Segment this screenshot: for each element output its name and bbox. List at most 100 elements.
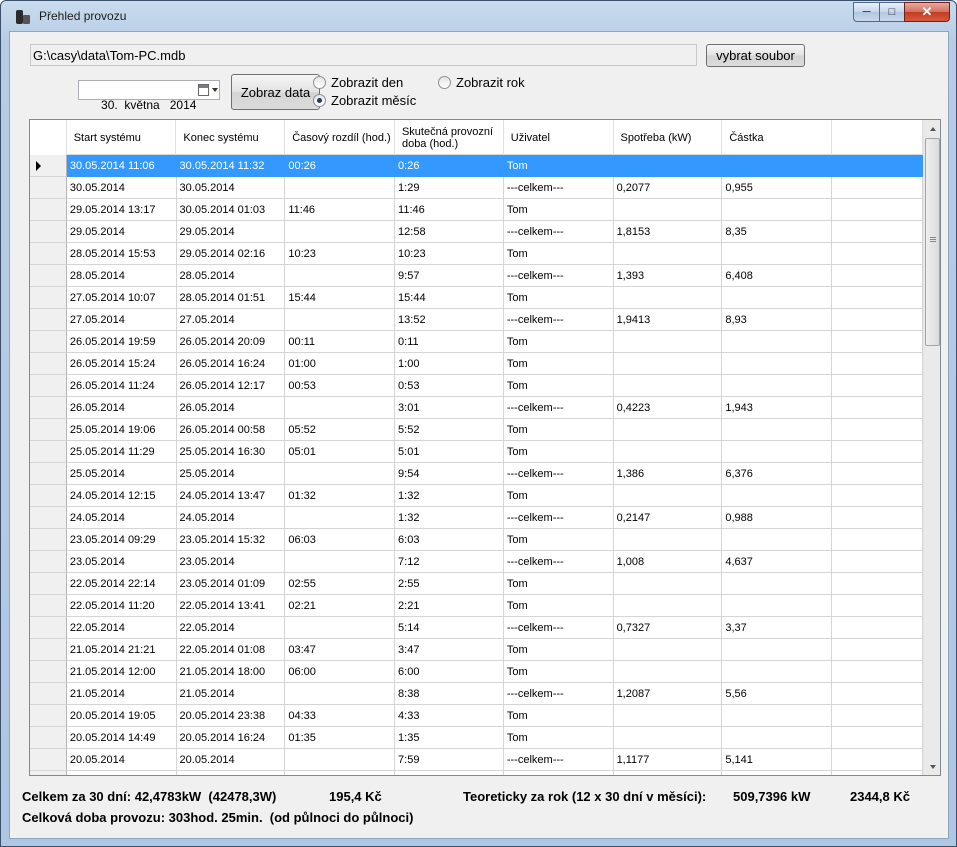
table-cell[interactable] bbox=[176, 771, 286, 775]
table-cell[interactable]: 27.05.2014 bbox=[66, 309, 177, 331]
table-cell[interactable]: 1:35 bbox=[395, 727, 504, 749]
table-cell[interactable]: Tom bbox=[503, 661, 614, 683]
table-cell[interactable] bbox=[285, 221, 396, 243]
table-cell[interactable]: 9:54 bbox=[395, 463, 504, 485]
table-cell[interactable] bbox=[722, 639, 833, 661]
table-row[interactable]: 24.05.2014 12:15 24.05.2014 13:47 01:32 1:3… bbox=[30, 485, 923, 507]
table-cell[interactable] bbox=[285, 463, 396, 485]
table-cell[interactable]: 21.05.2014 bbox=[66, 683, 177, 705]
table-cell[interactable] bbox=[285, 551, 396, 573]
table-row[interactable]: 29.05.2014 13:17 30.05.2014 01:03 11:46 11:… bbox=[30, 199, 923, 221]
table-cell[interactable]: ---celkem--- bbox=[503, 749, 614, 771]
table-cell[interactable]: 0:11 bbox=[395, 331, 504, 353]
table-cell[interactable]: ---celkem--- bbox=[503, 683, 614, 705]
table-cell[interactable] bbox=[613, 573, 723, 595]
table-cell[interactable]: 24.05.2014 bbox=[66, 507, 177, 529]
table-cell[interactable]: 27.05.2014 10:07 bbox=[66, 287, 177, 309]
table-cell[interactable]: Tom bbox=[503, 485, 614, 507]
row-header[interactable] bbox=[30, 595, 67, 617]
table-cell[interactable] bbox=[613, 771, 723, 775]
table-cell[interactable]: 0,7327 bbox=[613, 617, 723, 639]
table-cell[interactable]: 4:33 bbox=[395, 705, 504, 727]
radio-show-month[interactable]: Zobrazit měsíc bbox=[313, 93, 416, 108]
table-cell[interactable]: Tom bbox=[503, 287, 614, 309]
table-cell[interactable]: 5:14 bbox=[395, 617, 504, 639]
table-cell[interactable]: 9:57 bbox=[395, 265, 504, 287]
table-cell[interactable]: 23.05.2014 bbox=[66, 551, 177, 573]
table-cell[interactable]: 25.05.2014 bbox=[66, 463, 177, 485]
row-header[interactable] bbox=[30, 639, 67, 661]
table-cell[interactable]: 30.05.2014 11:32 bbox=[176, 155, 286, 177]
table-cell[interactable] bbox=[613, 727, 723, 749]
table-cell[interactable] bbox=[285, 177, 396, 199]
table-row[interactable]: 29.05.2014 29.05.2014 12:58 ---celkem--- 1,8… bbox=[30, 221, 923, 243]
table-cell[interactable]: ---celkem--- bbox=[503, 309, 614, 331]
table-cell[interactable] bbox=[613, 595, 723, 617]
table-cell[interactable]: 29.05.2014 13:17 bbox=[66, 199, 177, 221]
row-header[interactable] bbox=[30, 573, 67, 595]
file-path-field[interactable]: G:\casy\data\Tom-PC.mdb bbox=[30, 44, 697, 66]
table-cell[interactable] bbox=[285, 617, 396, 639]
column-header[interactable]: Spotřeba (kW) bbox=[614, 120, 723, 155]
table-cell[interactable] bbox=[722, 331, 833, 353]
table-cell[interactable]: 28.05.2014 01:51 bbox=[176, 287, 286, 309]
table-cell[interactable]: 10:23 bbox=[395, 243, 504, 265]
table-cell[interactable]: 15:44 bbox=[395, 287, 504, 309]
table-row[interactable]: 28.05.2014 28.05.2014 9:57 ---celkem--- 1,39… bbox=[30, 265, 923, 287]
table-row[interactable]: 27.05.2014 10:07 28.05.2014 01:51 15:44 15:… bbox=[30, 287, 923, 309]
table-cell[interactable]: 30.05.2014 bbox=[176, 177, 286, 199]
table-cell[interactable]: 23.05.2014 01:09 bbox=[176, 573, 286, 595]
scroll-thumb[interactable] bbox=[925, 138, 940, 346]
table-cell[interactable]: 29.05.2014 bbox=[176, 221, 286, 243]
row-header[interactable] bbox=[30, 243, 67, 265]
table-cell[interactable] bbox=[285, 265, 396, 287]
table-cell[interactable]: Tom bbox=[503, 705, 614, 727]
row-header[interactable] bbox=[30, 265, 67, 287]
row-header[interactable] bbox=[30, 749, 67, 771]
table-cell[interactable]: 0,4223 bbox=[613, 397, 723, 419]
table-row[interactable]: 26.05.2014 26.05.2014 3:01 ---celkem--- 0,42… bbox=[30, 397, 923, 419]
table-cell[interactable]: 26.05.2014 12:17 bbox=[176, 375, 286, 397]
table-cell[interactable]: 00:53 bbox=[285, 375, 396, 397]
table-cell[interactable]: ---celkem--- bbox=[503, 221, 614, 243]
table-cell[interactable]: 5:52 bbox=[395, 419, 504, 441]
row-header[interactable] bbox=[30, 705, 67, 727]
table-cell[interactable]: 25.05.2014 16:30 bbox=[176, 441, 286, 463]
table-cell[interactable] bbox=[613, 705, 723, 727]
table-cell[interactable] bbox=[613, 661, 723, 683]
table-row[interactable]: 25.05.2014 25.05.2014 9:54 ---celkem--- 1,38… bbox=[30, 463, 923, 485]
radio-show-year[interactable]: Zobrazit rok bbox=[438, 75, 525, 90]
table-cell[interactable]: 1,9413 bbox=[613, 309, 723, 331]
table-cell[interactable]: 11:46 bbox=[285, 199, 396, 221]
maximize-button[interactable]: □ bbox=[879, 2, 905, 22]
table-cell[interactable]: 22.05.2014 22:14 bbox=[66, 573, 177, 595]
table-cell[interactable]: ---celkem--- bbox=[503, 551, 614, 573]
table-cell[interactable] bbox=[722, 529, 833, 551]
table-cell[interactable]: 26.05.2014 19:59 bbox=[66, 331, 177, 353]
table-cell[interactable]: ---celkem--- bbox=[503, 177, 614, 199]
table-cell[interactable]: 21.05.2014 18:00 bbox=[176, 661, 286, 683]
table-cell[interactable]: 29.05.2014 bbox=[66, 221, 177, 243]
table-cell[interactable]: 26.05.2014 bbox=[176, 397, 286, 419]
table-cell[interactable]: 1,2087 bbox=[613, 683, 723, 705]
table-cell[interactable]: 8,35 bbox=[722, 221, 833, 243]
row-header[interactable] bbox=[30, 331, 67, 353]
table-row[interactable]: 28.05.2014 15:53 29.05.2014 02:16 10:23 10:… bbox=[30, 243, 923, 265]
table-cell[interactable] bbox=[722, 155, 833, 177]
table-cell[interactable] bbox=[613, 375, 723, 397]
table-row[interactable]: 21.05.2014 12:00 21.05.2014 18:00 06:00 6:0… bbox=[30, 661, 923, 683]
table-row[interactable] bbox=[30, 771, 923, 775]
table-cell[interactable]: 1,1177 bbox=[613, 749, 723, 771]
table-cell[interactable] bbox=[722, 375, 833, 397]
table-cell[interactable]: 23.05.2014 bbox=[176, 551, 286, 573]
table-cell[interactable]: ---celkem--- bbox=[503, 463, 614, 485]
table-cell[interactable] bbox=[285, 397, 396, 419]
table-cell[interactable]: 24.05.2014 bbox=[176, 507, 286, 529]
minimize-button[interactable]: ─ bbox=[853, 2, 880, 22]
table-row[interactable]: 20.05.2014 19:05 20.05.2014 23:38 04:33 4:3… bbox=[30, 705, 923, 727]
table-cell[interactable]: 25.05.2014 11:29 bbox=[66, 441, 177, 463]
table-cell[interactable]: 0,2147 bbox=[613, 507, 723, 529]
table-cell[interactable]: 20.05.2014 23:38 bbox=[176, 705, 286, 727]
table-cell[interactable] bbox=[613, 155, 723, 177]
table-cell[interactable] bbox=[285, 309, 396, 331]
